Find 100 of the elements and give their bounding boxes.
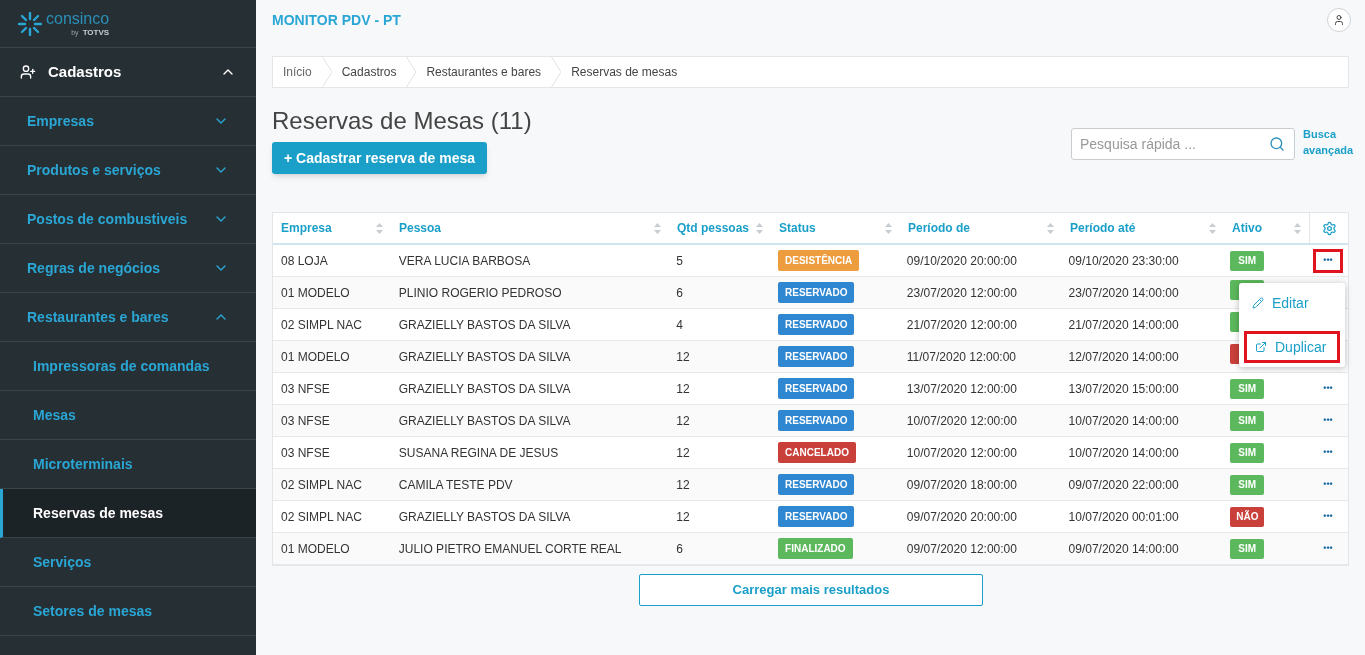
table-cell-text: GRAZIELLY BASTOS DA SILVA <box>397 508 572 526</box>
add-reservation-button[interactable]: + Cadastrar reserva de mesa <box>272 142 488 174</box>
breadcrumb-link[interactable]: Cadastros <box>331 63 407 81</box>
status-badge: RESERVADO <box>778 346 855 367</box>
page-title: Reservas de Mesas (11) <box>272 106 532 136</box>
table-cell-text: 23/07/2020 12:00:00 <box>905 284 1018 302</box>
user-avatar[interactable] <box>1327 8 1351 32</box>
sort-icon[interactable] <box>654 222 661 234</box>
sidebar-item[interactable]: Reservas de mesas <box>0 489 256 538</box>
table-cell-text: 12 <box>675 444 691 462</box>
sidebar-item[interactable]: Mesas <box>0 391 256 440</box>
sort-icon[interactable] <box>376 222 383 234</box>
table-cell-text: 12 <box>675 380 691 398</box>
table-cell-text: 21/07/2020 12:00:00 <box>905 316 1018 334</box>
partner-name: TOTVS <box>82 28 110 37</box>
table-cell-text: 6 <box>675 284 684 302</box>
sidebar-group[interactable]: Empresas <box>0 97 256 146</box>
column-header[interactable]: Período até <box>1062 213 1224 243</box>
more-button[interactable]: ••• <box>1313 248 1344 273</box>
table-cell-text: 4 <box>675 316 684 334</box>
table-cell-text: 09/10/2020 20:00:00 <box>905 252 1018 270</box>
active-badge: SIM <box>1230 250 1265 271</box>
advanced-search-link[interactable]: Busca avançada <box>1303 126 1363 158</box>
table-cell-text: 01 MODELO <box>280 284 351 302</box>
sort-icon[interactable] <box>1209 222 1216 234</box>
table-cell-text: 10/07/2020 12:00:00 <box>905 444 1018 462</box>
table-cell-text: 08 LOJA <box>280 252 329 270</box>
table-cell-text: 09/07/2020 18:00:00 <box>905 476 1018 494</box>
table-cell-text: VERA LUCIA BARBOSA <box>397 252 532 270</box>
sidebar-item[interactable]: Impressoras de comandas <box>0 342 256 391</box>
pencil-icon <box>1252 297 1264 309</box>
table-cell-text: 02 SIMPL NAC <box>280 476 363 494</box>
table-cell-text: 21/07/2020 14:00:00 <box>1067 316 1180 334</box>
table-cell-text: 10/07/2020 14:00:00 <box>1067 412 1180 430</box>
sidebar-group[interactable]: Produtos e serviços <box>0 146 256 195</box>
sidebar-group[interactable]: Postos de combustiveis <box>0 195 256 244</box>
menu-item[interactable]: Editar <box>1244 287 1340 319</box>
table-cell-text: 13/07/2020 12:00:00 <box>905 380 1018 398</box>
table-cell-text: GRAZIELLY BASTOS DA SILVA <box>397 412 572 430</box>
active-badge: SIM <box>1230 442 1265 463</box>
user-plus-icon <box>20 64 36 80</box>
table-cell-text: 13/07/2020 15:00:00 <box>1067 380 1180 398</box>
table-cell-text: GRAZIELLY BASTOS DA SILVA <box>397 380 572 398</box>
table-cell-text: 01 MODELO <box>280 348 351 366</box>
more-button[interactable]: ••• <box>1313 536 1344 561</box>
sidebar-group[interactable]: Regras de negócios <box>0 244 256 293</box>
table-cell-text: 09/07/2020 22:00:00 <box>1067 476 1180 494</box>
table-cell-text: 02 SIMPL NAC <box>280 508 363 526</box>
column-header[interactable]: Período de <box>900 213 1062 243</box>
sort-icon[interactable] <box>1047 222 1054 234</box>
table-cell-text: 02 SIMPL NAC <box>280 316 363 334</box>
more-button[interactable]: ••• <box>1313 504 1344 529</box>
quick-search-field[interactable]: Pesquisa rápida ... <box>1071 128 1295 160</box>
column-header[interactable]: Status <box>771 213 900 243</box>
breadcrumb-link[interactable]: Início <box>273 63 322 81</box>
column-header[interactable]: Qtd pessoas <box>669 213 771 243</box>
column-header[interactable]: Pessoa <box>391 213 669 243</box>
table-cell-text: CAMILA TESTE PDV <box>397 476 514 494</box>
table-cell-text: 12/07/2020 14:00:00 <box>1067 348 1180 366</box>
table-cell-text: GRAZIELLY BASTOS DA SILVA <box>397 316 572 334</box>
column-header[interactable]: Empresa <box>273 213 391 243</box>
more-button[interactable]: ••• <box>1313 408 1344 433</box>
load-more-button[interactable]: Carregar mais resultados <box>639 574 983 606</box>
table-cell-text: 12 <box>675 476 691 494</box>
table-cell-text: 03 NFSE <box>280 380 331 398</box>
more-button[interactable]: ••• <box>1313 376 1344 401</box>
sidebar-item[interactable]: Setores de mesas <box>0 587 256 636</box>
active-badge: SIM <box>1230 474 1265 495</box>
column-header[interactable]: Ativo <box>1224 213 1310 243</box>
more-button[interactable]: ••• <box>1313 440 1344 465</box>
table-cell-text: 03 NFSE <box>280 412 331 430</box>
status-badge: RESERVADO <box>778 474 855 495</box>
sort-icon[interactable] <box>885 222 892 234</box>
table-cell-text: GRAZIELLY BASTOS DA SILVA <box>397 348 572 366</box>
table-cell-text: 23/07/2020 14:00:00 <box>1067 284 1180 302</box>
app-title: MONITOR PDV - PT <box>272 10 401 30</box>
sort-icon[interactable] <box>1294 222 1301 234</box>
active-badge: SIM <box>1230 538 1265 559</box>
table-cell-text: 6 <box>675 540 684 558</box>
more-button[interactable]: ••• <box>1313 472 1344 497</box>
breadcrumb-link[interactable]: Reservas de mesas <box>561 63 688 81</box>
settings-icon[interactable] <box>1321 220 1337 236</box>
search-icon[interactable] <box>1269 136 1285 152</box>
menu-item[interactable]: Duplicar <box>1244 331 1340 363</box>
table-cell-text: SUSANA REGINA DE JESUS <box>397 444 560 462</box>
brand-name: consinco <box>46 10 110 27</box>
status-badge: RESERVADO <box>778 378 855 399</box>
sidebar-group[interactable]: Restaurantes e bares <box>0 293 256 342</box>
user-icon <box>1333 14 1345 26</box>
status-badge: CANCELADO <box>778 442 856 463</box>
table-cell-text: JULIO PIETRO EMANUEL CORTE REAL <box>397 540 623 558</box>
breadcrumb-link[interactable]: Restaurantes e bares <box>416 63 552 81</box>
active-badge: SIM <box>1230 378 1265 399</box>
table-cell-text: 10/07/2020 12:00:00 <box>905 412 1018 430</box>
sidebar-section[interactable]: Cadastros <box>0 48 256 97</box>
active-badge: NÃO <box>1230 506 1265 527</box>
status-badge: RESERVADO <box>778 410 855 431</box>
sort-icon[interactable] <box>756 222 763 234</box>
sidebar-item[interactable]: Serviços <box>0 538 256 587</box>
status-badge: RESERVADO <box>778 314 855 335</box>
